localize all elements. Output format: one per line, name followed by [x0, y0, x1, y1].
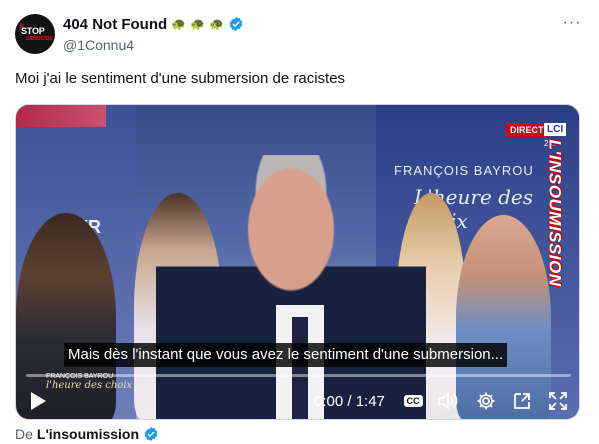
video-source-attribution: De L'insoumission [15, 426, 159, 442]
source-name[interactable]: L'insoumission [37, 426, 139, 442]
volume-icon[interactable] [436, 389, 460, 413]
video-controls: 0:00 / 1:47 CC [16, 383, 579, 419]
fullscreen-icon[interactable] [546, 389, 570, 413]
settings-gear-icon[interactable] [474, 389, 498, 413]
captions-icon[interactable]: CC [402, 391, 424, 411]
verified-badge-icon[interactable] [228, 16, 244, 32]
source-prefix: De [15, 426, 33, 442]
play-icon[interactable] [26, 389, 50, 413]
verified-badge-icon [144, 427, 158, 441]
progress-bar[interactable] [26, 374, 571, 377]
author-name-row: 404 Not Found 🐢 🐢 🐢 [63, 14, 244, 34]
turtle-emoji: 🐢 [171, 17, 187, 31]
captions-label: CC [403, 395, 423, 407]
subtitle-caption: Mais dès l'instant que vous avez le sent… [64, 343, 508, 367]
author-handle[interactable]: @1Connu4 [63, 37, 134, 53]
video-player[interactable]: FRANÇOIS BAYROU L'heure des choix YR cl … [15, 104, 580, 420]
studio-red-light [16, 105, 106, 127]
author-avatar[interactable]: # STOP GENOCIDE [15, 14, 55, 54]
picture-in-picture-icon[interactable] [510, 389, 534, 413]
watermark-text: L'INSOUMISSION [545, 139, 565, 287]
author-display-name[interactable]: 404 Not Found [63, 16, 167, 33]
live-badge: DIRECT [506, 123, 548, 137]
time-display: 0:00 / 1:47 [314, 392, 385, 410]
watermark-logo: L'INSOUMISSION [546, 125, 579, 305]
avatar-text: STOP [21, 26, 45, 36]
tweet-text: Moi j'ai le sentiment d'une submersion d… [15, 70, 346, 87]
avatar-subtext: GENOCIDE [26, 36, 53, 42]
more-options-icon[interactable]: ··· [562, 14, 582, 34]
turtle-emoji: 🐢 [190, 17, 206, 31]
turtle-emoji: 🐢 [209, 17, 225, 31]
